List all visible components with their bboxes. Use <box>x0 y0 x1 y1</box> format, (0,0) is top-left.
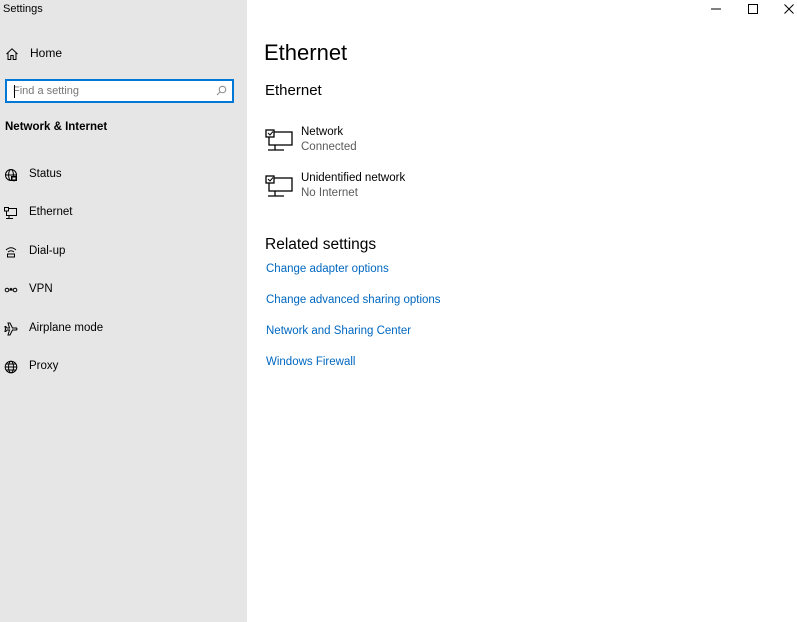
sidebar-item-proxy[interactable]: Proxy <box>0 352 247 382</box>
related-settings-title: Related settings <box>265 236 377 253</box>
minimize-icon <box>711 8 721 10</box>
settings-window: Settings Home Network & Internet <box>0 0 797 622</box>
link-network-and-sharing-center[interactable]: Network and Sharing Center <box>266 325 411 337</box>
network-status: No Internet <box>301 187 358 199</box>
ethernet-icon <box>4 207 17 219</box>
network-item[interactable]: Network Connected <box>264 126 464 164</box>
vpn-icon <box>4 287 18 293</box>
sidebar-item-label: Ethernet <box>29 206 73 218</box>
airplane-icon <box>4 322 18 336</box>
network-status: Connected <box>301 141 357 153</box>
sidebar-home[interactable]: Home <box>0 40 247 68</box>
sidebar-item-airplane-mode[interactable]: Airplane mode <box>0 314 247 344</box>
sidebar-item-label: Airplane mode <box>29 322 104 334</box>
sidebar-item-status[interactable]: Status <box>0 160 247 190</box>
sidebar-item-label: Proxy <box>29 360 59 372</box>
minimize-button[interactable] <box>698 0 734 18</box>
link-change-advanced-sharing-options[interactable]: Change advanced sharing options <box>266 294 441 306</box>
network-item[interactable]: Unidentified network No Internet <box>264 172 464 210</box>
close-icon <box>784 4 794 14</box>
maximize-button[interactable] <box>735 0 771 18</box>
link-windows-firewall[interactable]: Windows Firewall <box>266 356 355 368</box>
section-title: Network & Internet <box>5 121 108 133</box>
page-title: Ethernet <box>264 40 348 65</box>
sidebar: Settings Home Network & Internet <box>0 0 247 622</box>
network-name: Unidentified network <box>301 172 406 184</box>
search-box[interactable] <box>5 79 234 103</box>
network-adapter-icon <box>265 129 293 151</box>
sidebar-item-label: VPN <box>29 283 53 295</box>
close-button[interactable] <box>771 0 797 18</box>
proxy-globe-icon <box>4 360 18 374</box>
maximize-icon <box>748 4 758 14</box>
search-icon[interactable] <box>216 85 227 96</box>
search-input[interactable] <box>13 83 209 99</box>
dialup-icon <box>5 247 17 258</box>
text-caret <box>14 85 15 98</box>
app-title: Settings <box>3 3 43 15</box>
sidebar-item-label: Status <box>29 168 62 180</box>
link-change-adapter-options[interactable]: Change adapter options <box>266 263 389 275</box>
sidebar-item-vpn[interactable]: VPN <box>0 275 247 305</box>
network-adapter-icon <box>265 175 293 197</box>
sidebar-home-label: Home <box>30 46 63 60</box>
status-globe-icon <box>5 169 17 182</box>
sidebar-item-dialup[interactable]: Dial-up <box>0 237 247 267</box>
section-subtitle: Ethernet <box>265 82 322 99</box>
sidebar-item-label: Dial-up <box>29 245 66 257</box>
sidebar-item-ethernet[interactable]: Ethernet <box>0 198 247 228</box>
network-name: Network <box>301 126 344 138</box>
home-icon <box>6 48 18 60</box>
